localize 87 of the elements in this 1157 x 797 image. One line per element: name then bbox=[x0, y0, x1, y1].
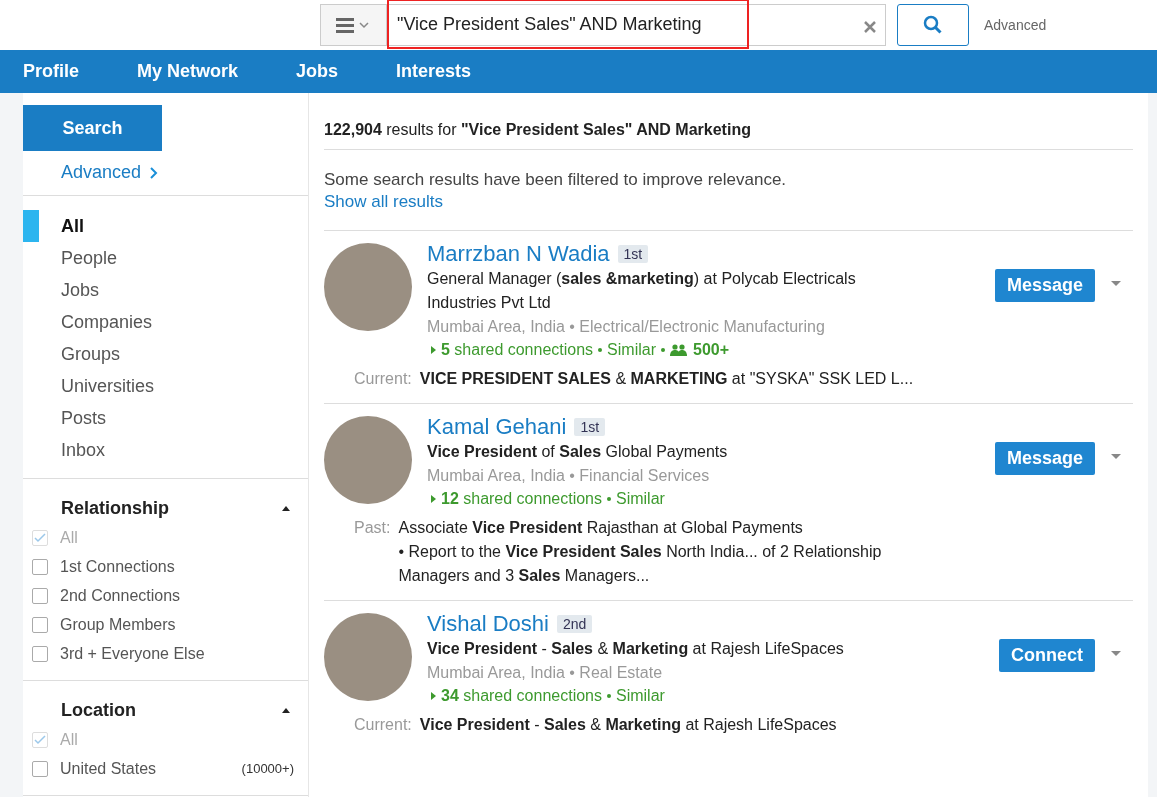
connection-count: 500+ bbox=[693, 340, 730, 360]
checkbox[interactable] bbox=[32, 760, 48, 777]
nav-link[interactable]: My Network bbox=[137, 61, 239, 82]
person-name-link[interactable]: Marrzban N Wadia bbox=[427, 241, 610, 267]
search-button[interactable] bbox=[897, 4, 969, 46]
category-item[interactable]: Companies bbox=[23, 306, 308, 338]
category-label[interactable]: Jobs bbox=[61, 279, 100, 301]
location-industry: Mumbai Area, India • Electrical/Electronic Manufacturing bbox=[427, 317, 826, 337]
location-industry: Mumbai Area, India • Real Estate bbox=[427, 663, 664, 683]
action-button[interactable]: Message bbox=[994, 269, 1095, 302]
expand-triangle-icon[interactable] bbox=[431, 692, 436, 700]
filter-title: Location bbox=[61, 699, 136, 721]
search-icon bbox=[923, 15, 943, 35]
search-type-dropdown[interactable] bbox=[321, 5, 387, 45]
option-count: (10000+) bbox=[241, 761, 294, 776]
category-item[interactable]: All bbox=[23, 210, 308, 242]
nav-link[interactable]: Jobs bbox=[296, 61, 339, 82]
checkbox[interactable] bbox=[32, 616, 48, 633]
advanced-link[interactable]: Advanced bbox=[984, 17, 1047, 33]
clear-icon[interactable] bbox=[863, 20, 877, 34]
category-item[interactable]: Posts bbox=[23, 402, 308, 434]
nav-link[interactable]: Profile bbox=[23, 61, 79, 82]
expand-triangle-icon[interactable] bbox=[431, 495, 436, 503]
option-label[interactable]: 2nd Connections bbox=[60, 586, 181, 605]
caret-icon[interactable] bbox=[1111, 281, 1121, 287]
person-name-link[interactable]: Vishal Doshi bbox=[427, 611, 549, 637]
show-all-results-link[interactable]: Show all results bbox=[324, 192, 444, 212]
category-item[interactable]: Universities bbox=[23, 370, 308, 402]
option-label[interactable]: 1st Connections bbox=[60, 557, 175, 576]
category-item[interactable]: Groups bbox=[23, 338, 308, 370]
chevron-icon bbox=[149, 166, 159, 179]
category-label[interactable]: Inbox bbox=[61, 439, 106, 461]
filter-notice: Some search results have been filtered to improve relevance. bbox=[324, 170, 788, 190]
snippet-label: Current: bbox=[354, 715, 412, 735]
snippet-text: Associate Vice President Rajasthan at Global Payments bbox=[398, 518, 804, 538]
category-item[interactable]: Inbox bbox=[23, 434, 308, 466]
action-button[interactable]: Message bbox=[994, 442, 1095, 475]
category-item[interactable]: People bbox=[23, 242, 308, 274]
people-icon bbox=[670, 344, 688, 356]
similar-link[interactable]: Similar bbox=[616, 685, 665, 707]
snippet-text: Vice President - Sales & Marketing at Rajesh LifeSpaces bbox=[419, 715, 837, 735]
separator-dot bbox=[607, 497, 611, 501]
category-label[interactable]: Universities bbox=[61, 375, 155, 397]
snippet-label: Past: bbox=[354, 518, 391, 538]
snippet-text: • Report to the Vice President Sales North India... of 2 Relationship Managers and 3 Sales Managers... bbox=[398, 542, 883, 586]
category-item[interactable]: Jobs bbox=[23, 274, 308, 306]
category-label[interactable]: All bbox=[61, 215, 84, 237]
shared-connections-link[interactable]: 5 shared connections bbox=[441, 339, 594, 361]
shared-connections-link[interactable]: 12 shared connections bbox=[441, 488, 602, 510]
category-label[interactable]: Groups bbox=[61, 343, 121, 365]
collapse-caret-icon[interactable] bbox=[282, 707, 290, 713]
advanced-link[interactable]: Advanced bbox=[23, 151, 308, 196]
checkbox[interactable] bbox=[32, 645, 48, 662]
similar-link[interactable]: Similar bbox=[616, 488, 665, 510]
expand-triangle-icon[interactable] bbox=[431, 346, 436, 354]
option-label[interactable]: 3rd + Everyone Else bbox=[60, 644, 205, 663]
checkbox[interactable] bbox=[32, 587, 48, 604]
caret-icon[interactable] bbox=[1111, 454, 1121, 460]
category-label[interactable]: Posts bbox=[61, 407, 107, 429]
person-name-link[interactable]: Kamal Gehani bbox=[427, 414, 567, 440]
checkbox[interactable] bbox=[32, 558, 48, 575]
degree-badge: 1st bbox=[574, 418, 606, 436]
headline: General Manager (sales &marketing) at Polycab Electricals Industries Pvt Ltd bbox=[427, 269, 857, 313]
snippet-text: VICE PRESIDENT SALES & MARKETING at "SYSKA" SSK LED L... bbox=[419, 369, 914, 389]
results-count: 122,904 results for "Vice President Sales" AND Marketing bbox=[324, 93, 1133, 150]
degree-badge: 1st bbox=[617, 245, 649, 263]
search-field[interactable]: "Vice President Sales" AND Marketing bbox=[387, 0, 749, 49]
caret-icon[interactable] bbox=[1111, 651, 1121, 657]
search-button[interactable]: Search bbox=[23, 105, 162, 151]
action-button[interactable]: Connect bbox=[999, 639, 1095, 672]
collapse-caret-icon[interactable] bbox=[282, 505, 290, 511]
filter-title: Relationship bbox=[61, 497, 169, 519]
shared-connections-link[interactable]: 34 shared connections bbox=[441, 685, 602, 707]
similar-link[interactable]: Similar bbox=[607, 339, 656, 361]
separator-dot bbox=[661, 348, 665, 352]
degree-badge: 2nd bbox=[556, 615, 593, 633]
category-label[interactable]: Companies bbox=[61, 311, 153, 333]
separator-dot bbox=[607, 694, 611, 698]
category-label[interactable]: People bbox=[61, 247, 118, 269]
nav-link[interactable]: Interests bbox=[396, 61, 472, 82]
headline: Vice President - Sales & Marketing at Rajesh LifeSpaces bbox=[427, 639, 845, 659]
snippet-label: Current: bbox=[354, 369, 412, 389]
location-industry: Mumbai Area, India • Financial Services bbox=[427, 466, 711, 486]
option-label[interactable]: United States bbox=[60, 759, 157, 778]
separator-dot bbox=[598, 348, 603, 352]
option-label[interactable]: Group Members bbox=[60, 615, 176, 634]
headline: Vice President of Sales Global Payments bbox=[427, 442, 729, 462]
